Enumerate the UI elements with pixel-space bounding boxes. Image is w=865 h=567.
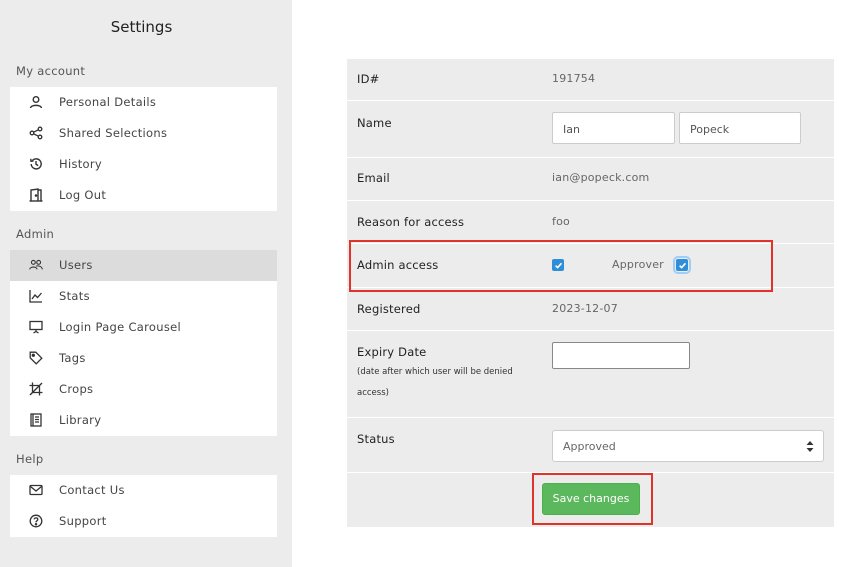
settings-sidebar: Settings My account Personal Details Sha… [0,0,292,567]
admin-access-label: Admin access [357,258,439,272]
section-label-admin: Admin [16,227,55,241]
save-changes-button[interactable]: Save changes [542,483,640,515]
sidebar-item-contact-us[interactable]: Contact Us [10,475,277,506]
book-icon [29,413,43,427]
sidebar-title: Settings [110,18,173,36]
sidebar-item-login-page-carousel[interactable]: Login Page Carousel [10,312,277,343]
question-icon [29,514,43,528]
expiry-sublabel: (date after which user will be denied ac… [357,367,513,398]
sidebar-item-history[interactable]: History [10,149,277,180]
menu-group-help: Contact Us Support [10,475,277,537]
sidebar-item-log-out[interactable]: Log Out [10,180,277,211]
tag-icon [29,351,43,365]
sidebar-item-library[interactable]: Library [10,405,277,436]
reason-label: Reason for access [357,215,465,229]
form-row-reason: Reason for access foo [347,201,834,244]
users-icon [29,258,43,272]
sidebar-item-stats[interactable]: Stats [10,281,277,312]
envelope-icon [29,483,43,497]
reason-value: foo [552,215,570,228]
sidebar-item-support[interactable]: Support [10,506,277,537]
sidebar-item-label: Log Out [59,188,107,202]
form-row-actions: Save changes [347,473,834,527]
approver-label: Approver [612,258,664,271]
first-name-input[interactable]: Ian [552,112,675,144]
menu-group-my-account: Personal Details Shared Selections Histo… [10,87,277,211]
section-label-my-account: My account [16,64,86,78]
status-select-value: Approved [563,440,616,453]
section-label-help: Help [16,452,44,466]
form-row-registered: Registered 2023-12-07 [347,288,834,331]
sidebar-item-label: Contact Us [59,483,125,497]
form-row-expiry: Expiry Date (date after which user will … [347,331,834,418]
person-icon [29,95,43,109]
sidebar-item-label: Tags [59,351,86,365]
sidebar-item-label: Support [59,514,107,528]
email-value: ian@popeck.com [552,171,650,184]
sidebar-item-label: History [59,157,103,171]
expiry-label: Expiry Date [357,345,427,359]
sidebar-item-tags[interactable]: Tags [10,343,277,374]
admin-access-checkbox[interactable] [552,259,564,271]
chart-icon [29,289,43,303]
sidebar-item-label: Library [59,413,102,427]
last-name-input[interactable]: Popeck [679,112,801,144]
name-label: Name [357,116,392,130]
form-row-name: Name Ian Popeck [347,101,834,158]
sidebar-item-label: Crops [59,382,94,396]
sidebar-item-label: Personal Details [59,95,157,109]
history-icon [29,157,43,171]
form-row-id: ID# 191754 [347,59,834,101]
status-label: Status [357,432,395,446]
id-value: 191754 [552,72,596,85]
status-select[interactable]: Approved [552,430,824,462]
sidebar-item-label: Stats [59,289,90,303]
sidebar-item-label: Shared Selections [59,126,168,140]
crop-icon [29,382,43,396]
check-icon [554,262,562,269]
id-label: ID# [357,72,380,86]
user-edit-form: ID# 191754 Name Ian Popeck Email ian@pop… [347,59,834,527]
sidebar-item-shared-selections[interactable]: Shared Selections [10,118,277,149]
check-icon [678,262,686,269]
form-row-status: Status Approved [347,418,834,473]
email-label: Email [357,171,390,185]
sidebar-item-users[interactable]: Users [10,250,277,281]
select-arrows-icon [806,441,814,452]
sidebar-item-personal-details[interactable]: Personal Details [10,87,277,118]
sidebar-item-label: Login Page Carousel [59,320,182,334]
presentation-icon [29,320,43,334]
sidebar-item-crops[interactable]: Crops [10,374,277,405]
form-row-admin-access: Admin access Approver [347,244,834,288]
approver-checkbox[interactable] [673,256,691,274]
menu-group-admin: Users Stats Login Page Carousel Tags Cro… [10,250,277,436]
registered-value: 2023-12-07 [552,302,618,315]
form-row-email: Email ian@popeck.com [347,158,834,201]
registered-label: Registered [357,302,421,316]
door-icon [29,188,43,202]
expiry-date-input[interactable] [552,342,690,369]
sidebar-item-label: Users [59,258,93,272]
share-icon [29,126,43,140]
